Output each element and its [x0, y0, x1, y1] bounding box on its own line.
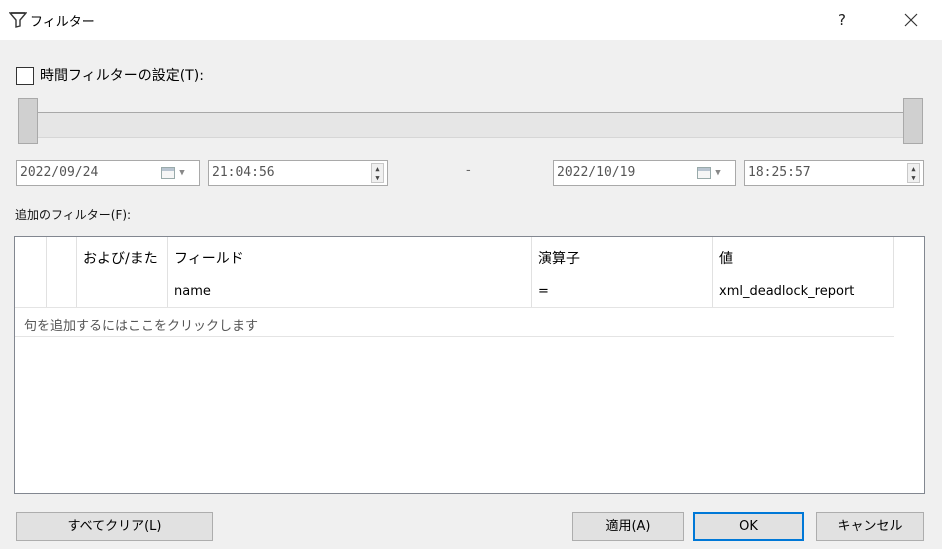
end-time-value: 18:25:57	[748, 165, 811, 180]
time-range-end-handle[interactable]	[903, 98, 923, 144]
clear-all-button[interactable]: すべてクリア(L)	[16, 512, 213, 541]
row-indicator-header	[15, 237, 47, 277]
additional-filters-label: 追加のフィルター(F):	[15, 208, 132, 222]
chevron-down-icon[interactable]: ▼	[713, 167, 723, 179]
spin-down-icon[interactable]: ▼	[372, 174, 383, 182]
filter-funnel-icon	[9, 12, 27, 28]
time-range-start-handle[interactable]	[18, 98, 38, 144]
close-icon	[904, 13, 918, 27]
row-blank-cell[interactable]	[47, 277, 77, 307]
end-date-picker[interactable]: 2022/10/19 ▼	[553, 160, 736, 186]
field-cell[interactable]: name	[168, 277, 532, 307]
row-indicator[interactable]	[15, 277, 47, 307]
end-time-spinner[interactable]: ▲ ▼	[907, 163, 920, 183]
field-column-header[interactable]: フィールド	[168, 237, 532, 277]
start-time-spinner[interactable]: ▲ ▼	[371, 163, 384, 183]
end-time-field[interactable]: 18:25:57 ▲ ▼	[744, 160, 924, 186]
and-or-cell[interactable]	[77, 277, 168, 307]
range-separator: -	[466, 163, 471, 178]
grid-header: および/また フィールド 演算子 値	[15, 237, 894, 277]
chevron-down-icon[interactable]: ▼	[177, 167, 187, 179]
start-date-picker[interactable]: 2022/09/24 ▼	[16, 160, 200, 186]
add-clause-row[interactable]: 句を追加するにはここをクリックします	[15, 307, 894, 337]
value-column-header[interactable]: 値	[713, 237, 894, 277]
window-title: フィルター	[30, 15, 95, 30]
calendar-icon[interactable]	[697, 167, 711, 179]
table-row[interactable]: name = xml_deadlock_report	[15, 277, 894, 307]
time-range-slider-track[interactable]	[37, 112, 903, 138]
filter-dialog: フィルター ? 時間フィルターの設定(T): 2022/09/24 ▼ 21:0…	[0, 0, 942, 549]
and-or-column-header[interactable]: および/また	[77, 237, 168, 277]
time-filter-checkbox[interactable]	[16, 67, 34, 85]
start-time-field[interactable]: 21:04:56 ▲ ▼	[208, 160, 388, 186]
operator-column-header[interactable]: 演算子	[532, 237, 713, 277]
blank-header	[47, 237, 77, 277]
spin-up-icon[interactable]: ▲	[372, 165, 383, 173]
value-cell[interactable]: xml_deadlock_report	[713, 277, 894, 307]
start-date-value: 2022/09/24	[20, 165, 99, 180]
cancel-button[interactable]: キャンセル	[816, 512, 924, 541]
add-clause-text[interactable]: 句を追加するにはここをクリックします	[24, 315, 258, 334]
title-bar: フィルター ?	[0, 0, 942, 40]
calendar-icon[interactable]	[161, 167, 175, 179]
spin-up-icon[interactable]: ▲	[908, 165, 919, 173]
spin-down-icon[interactable]: ▼	[908, 174, 919, 182]
time-filter-label[interactable]: 時間フィルターの設定(T):	[40, 65, 204, 85]
end-date-value: 2022/10/19	[557, 165, 636, 180]
apply-button[interactable]: 適用(A)	[572, 512, 684, 541]
help-button[interactable]: ?	[826, 6, 858, 34]
operator-cell[interactable]: =	[532, 277, 713, 307]
ok-button[interactable]: OK	[693, 512, 804, 541]
start-time-value: 21:04:56	[212, 165, 275, 180]
close-button[interactable]	[894, 6, 928, 34]
filter-grid[interactable]: および/また フィールド 演算子 値 name = xml_deadlock_r…	[14, 236, 925, 494]
